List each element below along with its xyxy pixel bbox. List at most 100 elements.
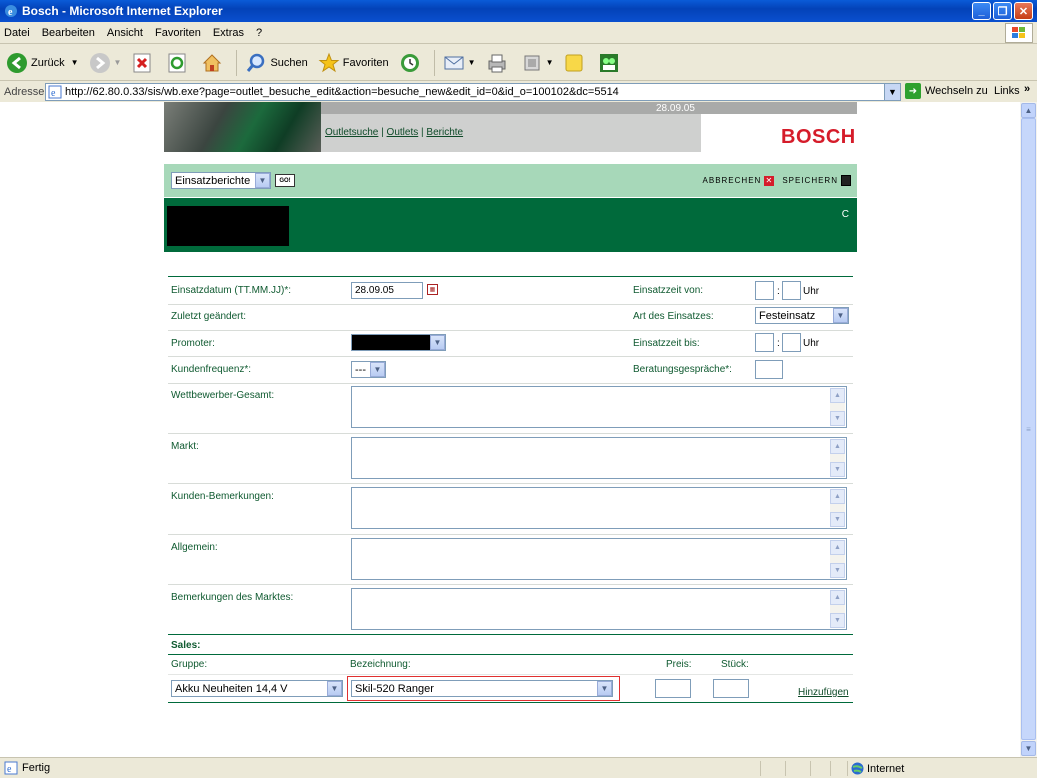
report-type-select[interactable]: Einsatzberichte ▼ — [171, 172, 271, 189]
einsatzdatum-input[interactable]: 28.09.05 — [351, 282, 423, 299]
beratung-input[interactable] — [755, 360, 783, 379]
chevron-down-icon[interactable]: ▼ — [370, 362, 385, 377]
textarea-scrollbar[interactable]: ▲ ▼ — [830, 590, 845, 628]
stop-button[interactable] — [131, 52, 156, 74]
cancel-button[interactable]: ABBRECHEN — [703, 176, 762, 185]
printer-icon — [488, 54, 506, 72]
nav-outlets[interactable]: Outlets — [387, 127, 419, 138]
address-dropdown-icon[interactable]: ▼ — [884, 84, 900, 100]
chevron-down-icon[interactable]: ▼ — [255, 173, 270, 188]
wettbewerber-textarea[interactable]: ▲ ▼ — [351, 386, 847, 428]
cancel-icon[interactable]: ✕ — [764, 175, 775, 186]
scroll-up-icon[interactable]: ▲ — [830, 590, 845, 605]
go-button[interactable]: ➜ Wechseln zu — [905, 83, 988, 99]
scroll-down-icon[interactable]: ▼ — [1021, 741, 1036, 756]
maximize-button[interactable]: ❐ — [993, 2, 1012, 20]
scroll-down-icon[interactable]: ▼ — [830, 411, 845, 426]
scroll-up-icon[interactable]: ▲ — [830, 439, 845, 454]
address-input[interactable]: e http://62.80.0.33/sis/wb.exe?page=outl… — [45, 83, 901, 101]
page-scrollbar[interactable]: ▲ ≡ ▼ — [1020, 102, 1037, 757]
form-row-divider — [168, 330, 853, 331]
chevron-down-icon[interactable]: ▼ — [833, 308, 848, 323]
einsatzzeit-von-minute-input[interactable] — [782, 281, 801, 300]
bemerkungen-textarea[interactable]: ▲ ▼ — [351, 588, 847, 630]
textarea-scrollbar[interactable]: ▲ ▼ — [830, 439, 845, 477]
search-button[interactable]: Suchen — [245, 52, 308, 74]
scroll-up-icon[interactable]: ▲ — [830, 388, 845, 403]
save-button[interactable]: SPEICHERN — [782, 176, 838, 185]
form-actions: ABBRECHEN ✕ SPEICHERN — [703, 175, 851, 186]
textarea-scrollbar[interactable]: ▲ ▼ — [830, 388, 845, 426]
back-dropdown-icon[interactable]: ▼ — [71, 58, 79, 67]
refresh-button[interactable] — [166, 52, 191, 74]
kundenfrequenz-select[interactable]: --- ▼ — [351, 361, 386, 378]
edit-button[interactable]: ▼ — [521, 52, 554, 74]
art-value: Festeinsatz — [759, 309, 816, 322]
forward-dropdown-icon[interactable]: ▼ — [114, 58, 122, 67]
menu-extras[interactable]: Extras — [213, 27, 244, 39]
notes-button[interactable] — [563, 52, 588, 74]
menu-ansicht[interactable]: Ansicht — [107, 27, 143, 39]
bezeichnung-select[interactable]: Skil-520 Ranger ▼ — [351, 680, 613, 697]
stueck-label: Stück: — [721, 659, 749, 670]
menu-help[interactable]: ? — [256, 27, 262, 39]
einsatzzeit-von-hour-input[interactable] — [755, 281, 774, 300]
outlet-code: C — [841, 209, 849, 220]
scroll-down-icon[interactable]: ▼ — [830, 462, 845, 477]
forward-button[interactable]: ▼ — [89, 52, 122, 74]
messenger-button[interactable] — [598, 52, 623, 74]
menu-datei[interactable]: Datei — [4, 27, 30, 39]
scroll-down-icon[interactable]: ▼ — [830, 613, 845, 628]
stueck-input[interactable] — [713, 679, 749, 698]
nav-outletsuche[interactable]: Outletsuche — [325, 127, 378, 138]
back-arrow-icon — [7, 52, 27, 73]
einsatzdatum-label: Einsatzdatum (TT.MM.JJ)*: — [171, 285, 292, 296]
bezeichnung-value: Skil-520 Ranger — [355, 682, 434, 695]
go-label: Wechseln zu — [925, 85, 988, 97]
favorites-button[interactable]: Favoriten — [318, 52, 389, 74]
scroll-down-icon[interactable]: ▼ — [830, 563, 845, 578]
gruppe-select[interactable]: Akku Neuheiten 14,4 V ▼ — [171, 680, 343, 697]
preis-input[interactable] — [655, 679, 691, 698]
save-icon[interactable] — [841, 175, 851, 186]
scroll-up-icon[interactable]: ▲ — [830, 540, 845, 555]
chevron-down-icon[interactable]: ▼ — [327, 681, 342, 696]
calendar-icon[interactable]: ▦ — [427, 284, 438, 295]
chevron-down-icon[interactable]: ▼ — [597, 681, 612, 696]
textarea-scrollbar[interactable]: ▲ ▼ — [830, 540, 845, 578]
markt-textarea[interactable]: ▲ ▼ — [351, 437, 847, 479]
promoter-select[interactable]: ▼ — [351, 334, 446, 351]
scroll-up-icon[interactable]: ▲ — [1021, 103, 1036, 118]
page-header: 28.09.05 Outletsuche | Outlets | Bericht… — [164, 102, 857, 152]
scroll-down-icon[interactable]: ▼ — [830, 512, 845, 527]
kunden-textarea[interactable]: ▲ ▼ — [351, 487, 847, 529]
go-report-button[interactable]: GO! — [275, 174, 295, 187]
back-button[interactable]: Zurück ▼ — [6, 52, 79, 74]
art-select[interactable]: Festeinsatz ▼ — [755, 307, 849, 324]
mail-dropdown-icon[interactable]: ▼ — [468, 58, 476, 67]
print-button[interactable] — [486, 52, 511, 74]
chevron-down-icon[interactable]: ▼ — [430, 335, 445, 350]
nav-berichte[interactable]: Berichte — [426, 127, 463, 138]
scrollbar-thumb[interactable]: ≡ — [1021, 118, 1036, 740]
links-button[interactable]: Links — [994, 85, 1020, 97]
scroll-up-icon[interactable]: ▲ — [830, 489, 845, 504]
nav-separator: | — [381, 127, 384, 138]
search-icon — [247, 53, 265, 72]
einsatzzeit-bis-hour-input[interactable] — [755, 333, 774, 352]
add-item-link[interactable]: Hinzufügen — [798, 687, 849, 698]
history-button[interactable] — [399, 52, 424, 74]
chevron-right-icon[interactable]: » — [1024, 83, 1030, 95]
menu-favoriten[interactable]: Favoriten — [155, 27, 201, 39]
textarea-scrollbar[interactable]: ▲ ▼ — [830, 489, 845, 527]
edit-dropdown-icon[interactable]: ▼ — [546, 58, 554, 67]
home-button[interactable] — [201, 52, 226, 74]
close-button[interactable]: ✕ — [1014, 2, 1033, 20]
sales-top-divider — [168, 634, 853, 635]
allgemein-label: Allgemein: — [171, 542, 218, 553]
allgemein-textarea[interactable]: ▲ ▼ — [351, 538, 847, 580]
einsatzzeit-bis-minute-input[interactable] — [782, 333, 801, 352]
menu-bearbeiten[interactable]: Bearbeiten — [42, 27, 95, 39]
minimize-button[interactable]: _ — [972, 2, 991, 20]
mail-button[interactable]: ▼ — [443, 52, 476, 74]
